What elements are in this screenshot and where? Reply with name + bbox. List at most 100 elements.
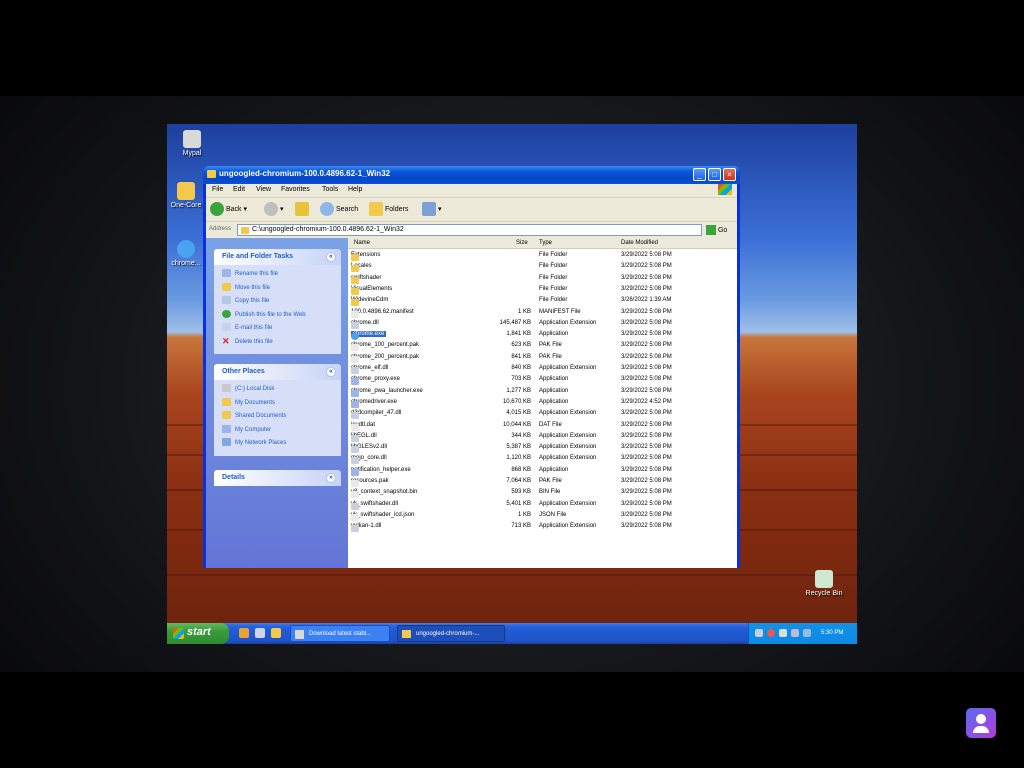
- task-move[interactable]: Move this file: [222, 282, 335, 297]
- panel-header[interactable]: File and Folder Tasks «: [214, 249, 341, 265]
- file-icon: [351, 491, 359, 499]
- file-row[interactable]: libGLESv2.dll 5,387 KB Application Extensi…: [348, 442, 737, 454]
- user-avatar-icon[interactable]: [966, 708, 996, 738]
- task-copy[interactable]: Copy this file: [222, 296, 335, 310]
- file-date: 3/29/2022 5:08 PM: [621, 410, 672, 417]
- security-icon[interactable]: [767, 629, 775, 637]
- quicklaunch-icon[interactable]: [239, 628, 249, 638]
- column-date[interactable]: Date Modified: [621, 240, 658, 246]
- file-type: Application Extension: [539, 523, 597, 530]
- desktop-icon-recycle-bin[interactable]: Recycle Bin: [799, 570, 849, 597]
- xp-desktop: Mypal One-Core chrome... Recycle Bin ung…: [167, 124, 857, 644]
- task-delete[interactable]: ✕ Delete this file: [222, 336, 335, 351]
- file-type: Application Extension: [539, 410, 597, 417]
- folder-icon: [351, 299, 359, 307]
- menu-help[interactable]: Help: [348, 186, 362, 193]
- address-input[interactable]: C:\ungoogled-chromium-100.0.4896.62-1_Wi…: [237, 224, 702, 236]
- file-row[interactable]: chrome_100_percent.pak 623 KB PAK File 3/29…: [348, 340, 737, 352]
- place-shared-documents[interactable]: Shared Documents: [222, 411, 335, 425]
- task-publish[interactable]: Publish this file to the Web: [222, 309, 335, 324]
- window-titlebar[interactable]: ungoogled-chromium-100.0.4896.62-1_Win32…: [203, 166, 740, 184]
- forward-button[interactable]: ▾: [264, 202, 284, 216]
- file-row[interactable]: vulkan-1.dll 713 KB Application Extension 3…: [348, 521, 737, 533]
- file-row[interactable]: 100.0.4896.62.manifest 1 KB MANIFEST File 3…: [348, 307, 737, 318]
- dll-icon: [351, 457, 359, 465]
- folders-button[interactable]: Folders: [369, 202, 408, 216]
- file-row[interactable]: libEGL.dll 344 KB Application Extension 3/2…: [348, 431, 737, 442]
- panel-header[interactable]: Other Places «: [214, 364, 341, 380]
- menu-tools[interactable]: Tools: [322, 186, 338, 193]
- network-icon[interactable]: [755, 629, 763, 637]
- place-network[interactable]: My Network Places: [222, 438, 335, 452]
- file-name: icudtl.dat: [351, 422, 375, 431]
- task-explorer[interactable]: ungoogled-chromium-...: [397, 625, 505, 642]
- collapse-icon[interactable]: «: [326, 252, 336, 262]
- file-size: 840 KB: [511, 365, 531, 371]
- file-row[interactable]: chrome_pwa_launcher.exe 1,277 KB Applicati…: [348, 386, 737, 397]
- volume-icon[interactable]: [779, 629, 787, 637]
- menu-favorites[interactable]: Favorites: [281, 186, 310, 193]
- file-size: 623 KB: [511, 342, 531, 349]
- column-type[interactable]: Type: [539, 240, 552, 246]
- menu-view[interactable]: View: [256, 186, 271, 193]
- place-local-disk[interactable]: (C:) Local Disk: [222, 384, 335, 398]
- collapse-icon[interactable]: «: [326, 367, 336, 377]
- file-row[interactable]: resources.pak 7,064 KB PAK File 3/29/2022 5…: [348, 476, 737, 487]
- file-type: Application: [539, 387, 569, 394]
- back-button[interactable]: Back ▾: [210, 202, 247, 216]
- file-row[interactable]: d3dcompiler_47.dll 4,015 KB Application Ex…: [348, 408, 737, 420]
- explorer-icon[interactable]: [271, 628, 281, 638]
- file-row[interactable]: notification_helper.exe 868 KB Application…: [348, 465, 737, 476]
- file-name-text: notification_helper.exe: [351, 466, 411, 473]
- file-row[interactable]: chromedriver.exe 10,670 KB Application 3/29…: [348, 397, 737, 408]
- file-type: Application: [539, 466, 569, 473]
- avatar-body: [973, 726, 989, 733]
- file-date: 3/29/2022 5:08 PM: [621, 353, 672, 360]
- file-row[interactable]: chrome_200_percent.pak 841 KB PAK File 3/29…: [348, 352, 737, 363]
- file-row[interactable]: chrome_elf.dll 840 KB Application Extensio…: [348, 363, 737, 374]
- file-row[interactable]: icudtl.dat 10,044 KB DAT File 3/29/2022 5:0…: [348, 420, 737, 431]
- tray-icon[interactable]: [803, 629, 811, 637]
- file-row[interactable]: chrome.dll 145,487 KB Application Extensio…: [348, 318, 737, 329]
- file-date: 3/29/2022 5:08 PM: [621, 342, 672, 349]
- maximize-button[interactable]: □: [708, 168, 721, 181]
- file-row[interactable]: v8_context_snapshot.bin 593 KB BIN File 3/2…: [348, 487, 737, 499]
- up-folder-button[interactable]: [295, 202, 311, 216]
- show-desktop-icon[interactable]: [255, 628, 265, 638]
- file-row[interactable]: swiftshader File Folder 3/29/2022 5:08 PM: [348, 273, 737, 284]
- file-row[interactable]: vk_swiftshader.dll 5,401 KB Application Ex…: [348, 499, 737, 510]
- file-name: d3dcompiler_47.dll: [351, 410, 401, 420]
- task-rename[interactable]: Rename this file: [222, 269, 335, 283]
- file-row[interactable]: WidevineCdm File Folder 3/26/2022 1:39 AM: [348, 295, 737, 307]
- place-my-computer[interactable]: My Computer: [222, 424, 335, 439]
- place-my-documents[interactable]: My Documents: [222, 397, 335, 412]
- menu-file[interactable]: File: [212, 186, 223, 193]
- views-button[interactable]: ▾: [422, 202, 442, 216]
- column-name[interactable]: Name: [354, 240, 370, 246]
- minimize-button[interactable]: _: [693, 168, 706, 181]
- column-size[interactable]: Size: [516, 240, 528, 246]
- go-button[interactable]: Go: [706, 225, 727, 235]
- file-row[interactable]: chrome.exe 1,841 KB Application 3/29/2022 5…: [348, 329, 737, 341]
- task-email[interactable]: E-mail this file: [222, 323, 335, 337]
- search-button[interactable]: Search: [320, 202, 358, 216]
- file-row[interactable]: VisualElements File Folder 3/29/2022 5:08 …: [348, 284, 737, 295]
- task-download[interactable]: Download latest stabl...: [290, 625, 390, 642]
- move-icon: [222, 282, 231, 291]
- expand-icon[interactable]: »: [326, 473, 336, 483]
- tray-icon[interactable]: [791, 629, 799, 637]
- desktop-icon-mypal[interactable]: Mypal: [167, 130, 217, 157]
- file-row[interactable]: mojo_core.dll 1,120 KB Application Extensi…: [348, 453, 737, 465]
- file-row[interactable]: vk_swiftshader_icd.json 1 KB JSON File 3/29…: [348, 510, 737, 521]
- close-button[interactable]: ×: [723, 168, 736, 181]
- file-row[interactable]: Extensions File Folder 3/29/2022 5:08 PM: [348, 250, 737, 261]
- start-button[interactable]: start: [167, 623, 229, 644]
- folder-icon: [351, 254, 359, 261]
- menu-edit[interactable]: Edit: [233, 186, 245, 193]
- clock[interactable]: 5:30 PM: [821, 630, 843, 636]
- file-date: 3/29/2022 5:08 PM: [621, 478, 672, 484]
- panel-header[interactable]: Details »: [214, 470, 341, 486]
- file-row[interactable]: Locales File Folder 3/29/2022 5:08 PM: [348, 261, 737, 273]
- file-row[interactable]: chrome_proxy.exe 703 KB Application 3/29/20…: [348, 374, 737, 386]
- file-size: 868 KB: [511, 466, 531, 473]
